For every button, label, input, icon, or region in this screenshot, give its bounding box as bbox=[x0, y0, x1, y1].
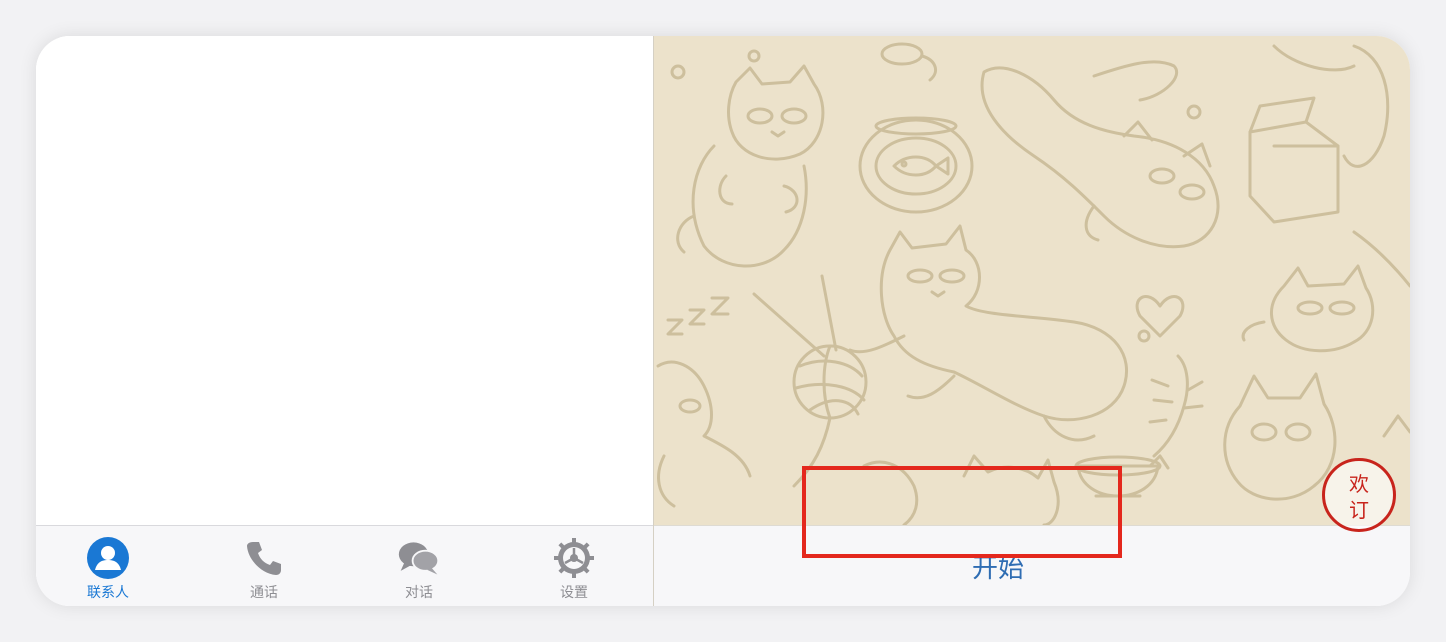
contacts-icon bbox=[86, 536, 130, 580]
phone-icon bbox=[242, 536, 286, 580]
app-window: 联系人 通话 对话 设置 开始 bbox=[36, 36, 1410, 606]
gear-icon bbox=[552, 536, 596, 580]
chat-bottom-bar: 开始 bbox=[654, 525, 1410, 606]
tab-chats-label: 对话 bbox=[405, 585, 433, 601]
chat-pane: 开始 bbox=[654, 36, 1410, 606]
watermark-seal: 欢 订 bbox=[1322, 458, 1396, 532]
start-button[interactable]: 开始 bbox=[838, 526, 1158, 606]
chat-bubbles-icon bbox=[397, 536, 441, 580]
svg-text:欢: 欢 bbox=[1349, 472, 1369, 496]
svg-text:订: 订 bbox=[1349, 498, 1369, 522]
contacts-pane: 联系人 通话 对话 设置 bbox=[36, 36, 653, 606]
tab-contacts-label: 联系人 bbox=[87, 585, 129, 601]
chat-wallpaper bbox=[654, 36, 1410, 527]
cat-doodle-pattern bbox=[656, 42, 1410, 527]
start-button-label: 开始 bbox=[971, 554, 1024, 584]
tab-settings-label: 设置 bbox=[560, 585, 588, 601]
tab-bar: 联系人 通话 对话 设置 bbox=[36, 525, 653, 606]
tab-contacts[interactable]: 联系人 bbox=[48, 526, 168, 606]
tab-chats[interactable]: 对话 bbox=[359, 526, 479, 606]
tab-calls-label: 通话 bbox=[250, 585, 278, 601]
contact-list[interactable] bbox=[36, 36, 653, 525]
tab-calls[interactable]: 通话 bbox=[204, 526, 324, 606]
tab-settings[interactable]: 设置 bbox=[514, 526, 634, 606]
